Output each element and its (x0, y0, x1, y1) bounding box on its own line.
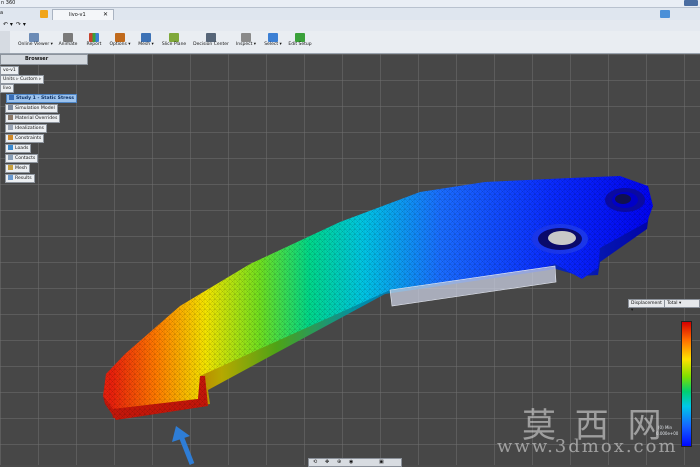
tree-item-simulation-model[interactable]: Simulation Model (5, 104, 58, 113)
mesh-icon (141, 33, 151, 42)
select-button[interactable]: Select ▾ (259, 32, 287, 52)
ribbon: Online Viewer ▾ Animate Report Options ▾… (0, 31, 700, 54)
navigation-bar[interactable]: ⟲ ✥ ⊕ ◉ ▣ (308, 458, 402, 467)
browser-header: Browser (0, 54, 88, 65)
decision-center-icon (206, 33, 216, 42)
options-icon (115, 33, 125, 42)
look-icon[interactable]: ◉ (349, 459, 353, 465)
zoom-icon[interactable]: ⊕ (337, 459, 341, 465)
close-icon[interactable]: ✕ (103, 11, 108, 18)
window-controls[interactable] (684, 0, 698, 6)
result-component-select[interactable]: Total ▾ (664, 299, 700, 308)
redo-icon[interactable]: ↷ ▾ (16, 21, 26, 28)
study-icon (9, 95, 14, 100)
decision-center-button[interactable]: Decision Center (193, 32, 229, 52)
watermark-url: www.3dmox.com (497, 436, 678, 457)
select-icon (268, 33, 278, 42)
display-settings-icon[interactable]: ▣ (379, 459, 384, 465)
idealizations-icon (8, 125, 13, 130)
contacts-icon (8, 155, 13, 160)
tree-item-contacts[interactable]: Contacts (5, 154, 39, 163)
orbit-icon[interactable]: ⟲ (313, 459, 317, 465)
online-viewer-button[interactable]: Online Viewer ▾ (18, 32, 53, 52)
tree-item-idealizations[interactable]: Idealizations (5, 124, 47, 133)
result-type-select[interactable]: Displacement ▾ (628, 299, 666, 313)
constraints-icon (8, 135, 13, 140)
model-node[interactable]: livo (0, 84, 15, 93)
result-legend-colorbar (681, 321, 692, 447)
slice-plane-button[interactable]: Slice Plane (160, 32, 188, 52)
browser-title: Browser (25, 56, 49, 62)
mesh-button[interactable]: Mesh ▾ (132, 32, 160, 52)
app-title: n 360 (1, 0, 16, 6)
tree-item-material-overrides[interactable]: Material Overrides (5, 114, 61, 123)
report-button[interactable]: Report (80, 32, 108, 52)
tree-item-loads[interactable]: Loads (5, 144, 32, 153)
folder-icon[interactable] (40, 10, 48, 18)
study-node[interactable]: Study 1 - Static Stress (6, 94, 78, 103)
animate-button[interactable]: Animate (54, 32, 82, 52)
mesh-overlay (103, 176, 653, 409)
edit-setup-button[interactable]: Edit Setup (286, 32, 314, 52)
pan-icon[interactable]: ✥ (325, 459, 329, 465)
results-icon (8, 175, 13, 180)
tab-fragment-left: a (0, 10, 4, 16)
undo-icon[interactable]: ↶ ▾ (3, 21, 13, 28)
browser-root[interactable]: vo-v1 (0, 66, 19, 75)
online-viewer-icon (29, 33, 39, 42)
ribbon-left-edge (0, 31, 10, 53)
options-button[interactable]: Options ▾ (106, 32, 134, 52)
units-node[interactable]: Units ▹ Custom ▹ (0, 75, 45, 84)
loads-icon (8, 145, 13, 150)
mesh-icon (8, 165, 13, 170)
user-icon[interactable] (660, 10, 670, 18)
inspect-icon (241, 33, 251, 42)
slice-plane-icon (169, 33, 179, 42)
tab-bar: a livo-v1 ✕ (0, 8, 700, 21)
tree-item-mesh[interactable]: Mesh (5, 164, 31, 173)
title-bar: n 360 (0, 0, 700, 8)
inspect-button[interactable]: Inspect ▾ (232, 32, 260, 52)
load-arrow (172, 426, 195, 465)
large-hole (532, 224, 588, 254)
small-hole (605, 188, 645, 212)
report-icon (89, 33, 99, 42)
simulation-model-icon (8, 105, 13, 110)
animate-icon (63, 33, 73, 42)
material-icon (8, 115, 13, 120)
document-tab-label: livo-v1 (69, 12, 86, 18)
checkmark-icon (295, 33, 305, 42)
tree-item-constraints[interactable]: Constraints (5, 134, 45, 143)
tree-item-results[interactable]: Results (5, 174, 35, 183)
